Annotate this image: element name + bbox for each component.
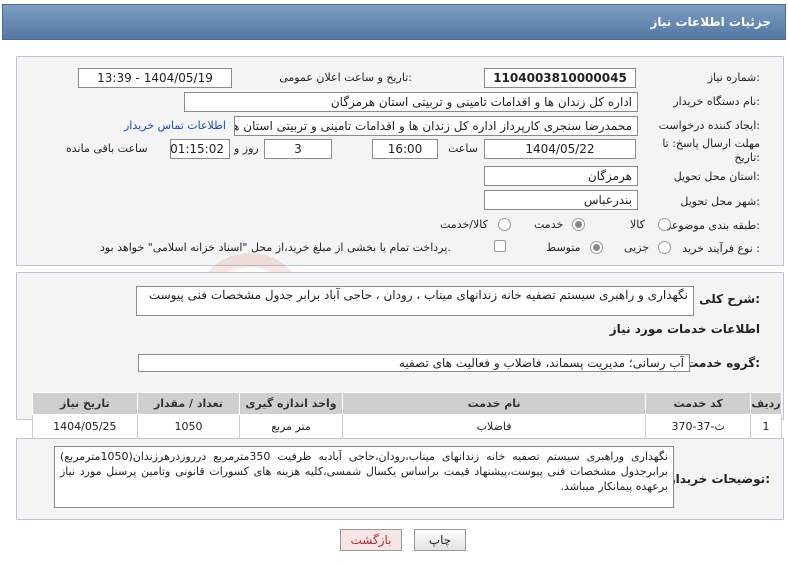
buyer-notes-field: نگهداری وراهبری سیستم تصفیه خانه زندانها…: [54, 446, 674, 508]
buyer-notes-label: توضیحات خریدار:: [668, 472, 770, 486]
back-button[interactable]: بازگشت: [340, 529, 402, 551]
province-label: استان محل تحویل:: [673, 170, 760, 183]
deadline-time-label: ساعت: [448, 142, 478, 155]
announce-label: تاریخ و ساعت اعلان عمومی:: [279, 71, 412, 84]
print-button[interactable]: چاپ: [414, 529, 466, 551]
category-option-service: خدمت: [534, 218, 564, 231]
announce-field: 1404/05/19 - 13:39: [78, 68, 232, 88]
col-need-date: تاریخ نیاز: [32, 392, 138, 415]
category-radio-service[interactable]: [572, 218, 585, 231]
remaining-time-field: 01:15:02: [170, 139, 230, 159]
cell-unit: متر مربع: [239, 414, 343, 439]
service-group-field: آب رسانی؛ مدیریت پسماند، فاضلاب و فعالیت…: [138, 354, 690, 372]
col-service-name: نام خدمت: [341, 392, 647, 415]
deadline-time-field: 16:00: [372, 139, 438, 159]
cell-quantity: 1050: [136, 414, 241, 439]
deadline-date-label: تاریخ:: [734, 151, 760, 164]
deadline-label: مهلت ارسال پاسخ: تا: [662, 137, 760, 150]
buyer-contact-link[interactable]: اطلاعات تماس خریدار: [124, 119, 226, 132]
cell-row-number: 1: [750, 414, 782, 439]
services-section-title: اطلاعات خدمات مورد نیاز: [609, 322, 760, 336]
col-row-number: ردیف: [750, 392, 782, 415]
buyer-org-label: نام دستگاه خریدار:: [673, 95, 760, 108]
category-radio-goods-service[interactable]: [498, 218, 511, 231]
city-label: شهر محل تحویل:: [680, 195, 760, 208]
days-field: 3: [264, 139, 332, 159]
category-radio-goods[interactable]: [658, 218, 671, 231]
buyer-org-field: اداره کل زندان ها و اقدامات تامینی و ترب…: [184, 92, 638, 112]
services-table: ردیف کد خدمت نام خدمت واحد اندازه گیری ت…: [32, 392, 782, 439]
need-number-field: 1104003810000045: [484, 68, 636, 88]
col-quantity: تعداد / مقدار: [136, 392, 241, 415]
header-bar: جزئیات اطلاعات نیاز: [2, 4, 786, 40]
category-option-goods: کالا: [630, 218, 645, 231]
table-row: 1 ث-37-370 فاضلاب متر مربع 1050 1404/05/…: [32, 414, 782, 439]
category-option-goods-service: کالا/خدمت: [440, 218, 488, 231]
col-unit: واحد اندازه گیری: [239, 392, 343, 415]
days-label: روز و: [234, 142, 259, 155]
requester-label: ایجاد کننده درخواست:: [658, 119, 760, 132]
deadline-date-field: 1404/05/22: [484, 139, 636, 159]
cell-need-date: 1404/05/25: [32, 414, 138, 439]
requester-field: محمدرضا سنجری کارپرداز اداره کل زندان ها…: [234, 116, 638, 136]
need-number-label: شماره نیاز:: [707, 71, 760, 84]
page-header: جزئیات اطلاعات نیاز: [0, 0, 788, 40]
city-field: بندرعباس: [484, 190, 638, 210]
category-label: طبقه بندی موضوعی:: [662, 219, 760, 232]
page-title: جزئیات اطلاعات نیاز: [650, 15, 771, 29]
cell-service-name: فاضلاب: [341, 414, 647, 439]
province-field: هرمزگان: [484, 166, 638, 186]
service-group-label: گروه خدمت:: [686, 356, 760, 370]
summary-field: نگهداری و راهبری سیستم تصفیه خانه زندانه…: [136, 286, 694, 316]
cell-service-code: ث-37-370: [645, 414, 752, 439]
table-header-row: ردیف کد خدمت نام خدمت واحد اندازه گیری ت…: [32, 392, 782, 415]
remaining-label: ساعت باقی مانده: [66, 142, 148, 155]
col-service-code: کد خدمت: [645, 392, 752, 415]
